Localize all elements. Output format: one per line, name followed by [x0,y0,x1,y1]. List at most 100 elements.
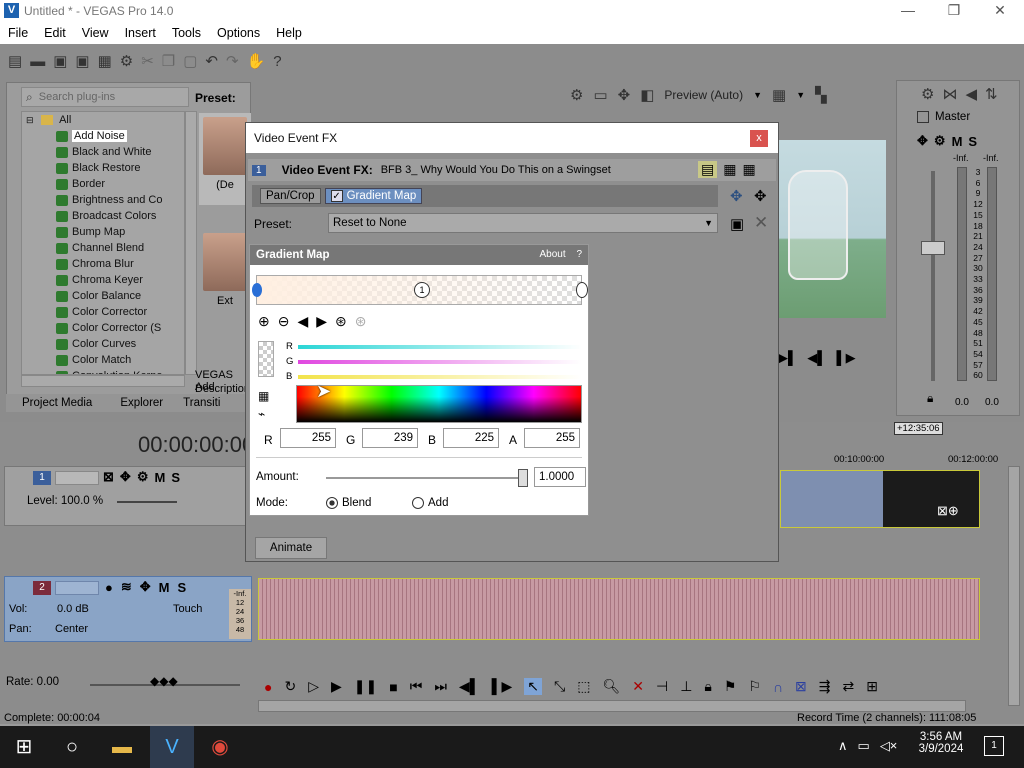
plugin-item[interactable]: Broadcast Colors [22,208,184,224]
timeline-vertical-scrollbar[interactable] [1008,466,1020,706]
track-fx-icon[interactable]: ⚙ [137,469,149,485]
remove-stop-icon[interactable]: ⊖ [278,313,290,330]
video-event[interactable]: ⊠⊕ [780,470,980,528]
help-link[interactable]: ? [576,249,582,260]
plugin-item[interactable]: Border [22,176,184,192]
event-pan-crop-icon[interactable]: ⊠⊕ [937,503,959,519]
g-input[interactable]: 239 [362,428,418,448]
ignore-grouping-icon[interactable]: ⊞ [866,678,878,695]
menu-insert[interactable]: Insert [117,22,164,44]
chevron-down-icon[interactable]: ▼ [753,90,762,100]
track-2-solo-button[interactable]: S [178,580,187,595]
record-icon[interactable]: ● [264,679,272,695]
plugin-item[interactable]: Color Balance [22,288,184,304]
plugin-item[interactable]: Color Match [22,352,184,368]
track-1-name[interactable] [55,471,99,485]
track-1-level-slider[interactable] [117,501,177,503]
fx-view-grid-icon[interactable]: ▦ [723,161,736,178]
amount-slider-thumb[interactable] [518,469,528,487]
chain-item-pan-crop[interactable]: Pan/Crop [260,188,321,204]
save-icon[interactable]: ▣ [53,52,67,70]
play-from-start-icon[interactable]: ▷ [308,678,319,695]
delete-preset-icon[interactable]: ✕ [754,213,768,233]
fx-view-tiles-icon[interactable]: ▦ [742,161,755,178]
region-icon[interactable]: ⚐ [748,678,761,695]
lock-envelopes-icon[interactable]: ⇄ [843,678,855,695]
normal-edit-tool-icon[interactable]: ↖ [524,678,543,695]
master-fx-icon[interactable]: ⚙ [934,133,946,149]
r-input[interactable]: 255 [280,428,336,448]
track-compositing-icon[interactable]: ✥ [120,469,131,485]
rate-thumb-icon[interactable]: ◆◆◆ [150,674,178,688]
gradient-stop-right[interactable] [576,282,588,298]
master-pan-icon[interactable]: ✥ [917,133,928,149]
timeline-horizontal-scrollbar[interactable] [258,700,966,712]
plugin-item[interactable]: Color Corrector (S [22,320,184,336]
tab-project-media[interactable]: Project Media [6,397,108,409]
amount-input[interactable]: 1.0000 [534,467,586,487]
master-solo-button[interactable]: S [968,134,977,149]
paste-icon[interactable]: ▢ [183,52,197,70]
about-link[interactable]: About [540,249,566,260]
plugin-item[interactable]: Chroma Keyer [22,272,184,288]
track-2-mute-button[interactable]: M [159,580,170,595]
fx-view-list-icon[interactable]: ▤ [698,161,718,178]
go-to-start-icon[interactable]: ⏮ [410,678,423,695]
channel-b-slider[interactable] [298,375,582,379]
plugin-item[interactable]: Color Corrector [22,304,184,320]
cut-icon[interactable]: ✂ [141,52,154,70]
new-project-icon[interactable]: ▤ [8,52,22,70]
checkbox-checked-icon[interactable]: ✓ [330,190,343,202]
dim-output-icon[interactable]: ◀ [965,85,977,103]
channel-r-slider[interactable] [298,345,582,349]
auto-crossfade-icon[interactable]: ⊠ [795,678,807,695]
chrome-icon[interactable]: ◉ [206,734,234,760]
audio-event[interactable] [258,578,980,640]
file-explorer-icon[interactable]: ▬ [108,734,136,760]
notification-icon[interactable]: 1 [984,736,1004,756]
external-monitor-icon[interactable]: ▭ [593,86,607,104]
tab-explorer[interactable]: Explorer [108,397,175,409]
track-2-fx-icon[interactable]: ✥ [140,579,151,595]
collapse-icon[interactable]: ⊟ [26,115,34,125]
auto-ripple-icon[interactable]: ⇶ [819,678,831,695]
tab-transitions[interactable]: Transiti [175,397,228,409]
lock-icon[interactable]: 🔒︎ [927,391,933,406]
step-forward-icon[interactable]: ▌▶ [836,350,855,366]
menu-help[interactable]: Help [268,22,310,44]
plugin-item[interactable]: Chroma Blur [22,256,184,272]
plugin-item[interactable]: Brightness and Co [22,192,184,208]
close-window-button[interactable]: ✕ [980,2,1020,19]
menu-view[interactable]: View [74,22,117,44]
video-fx-icon[interactable]: ◧ [640,86,654,104]
mode-blend-option[interactable]: Blend [326,497,371,509]
plugin-item[interactable]: Convolution Kerne [22,368,184,374]
enable-snapping-icon[interactable]: ✋ [247,52,266,70]
master-mute-button[interactable]: M [952,134,963,149]
plugin-item[interactable]: Color Curves [22,336,184,352]
plugin-item[interactable]: Bump Map [22,224,184,240]
amount-slider-track[interactable] [326,477,528,479]
minimize-button[interactable]: — [888,2,928,18]
windows-start-icon[interactable]: ⊞ [10,734,38,760]
split-icon[interactable]: ⊥ [680,678,692,695]
audio-fx-icon[interactable]: ⇅ [985,85,998,103]
delete-icon[interactable]: ✕ [632,678,644,695]
dialog-close-button[interactable]: x [750,130,768,147]
copy-icon[interactable]: ❐ [162,52,175,70]
plugin-item[interactable]: Add Noise [22,128,184,144]
track-2-name[interactable] [55,581,99,595]
volume-icon[interactable]: ◁× [880,738,898,754]
zoom-tool-icon[interactable]: 🔍︎ [602,678,620,695]
distribute-stops-icon[interactable]: ⊛ [335,313,347,330]
marker-icon[interactable]: ⚑ [724,678,737,695]
track-motion-icon[interactable]: ⊠ [103,469,114,485]
reverse-stops-icon[interactable]: ⊛ [355,313,367,330]
lock-event-icon[interactable]: 🔒︎ [704,678,711,695]
a-input[interactable]: 255 [524,428,580,448]
radio-unselected-icon[interactable] [412,497,424,509]
plugin-search-box[interactable]: ⌕ Search plug-ins [21,87,189,107]
plugin-item[interactable]: Channel Blend [22,240,184,256]
whats-this-help-icon[interactable]: ? [273,53,281,70]
go-to-end-icon[interactable]: ⏭ [434,678,447,695]
